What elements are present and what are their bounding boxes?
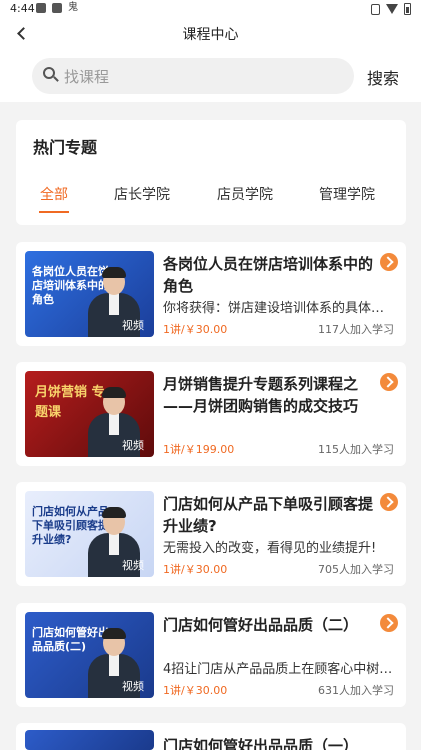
- course-thumbnail: 门店如何从产品下单吸引顾客提升业绩? 视频: [25, 491, 154, 577]
- course-card[interactable]: 月饼营销 专题课 视频 月饼销售提升专题系列课程之——月饼团购销售的成交技巧 1…: [16, 362, 406, 466]
- course-thumbnail: 月饼营销 专题课 视频: [25, 371, 154, 457]
- topic-title: 热门专题: [33, 138, 98, 157]
- course-thumbnail: [25, 730, 154, 750]
- nav-bar: 课程中心: [0, 18, 421, 48]
- course-subtitle: 你将获得：饼店建设培训体系的具体…: [163, 301, 385, 316]
- page-title: 课程中心: [182, 27, 239, 43]
- course-thumbnail: 门店如何管好出品品质(二) 视频: [25, 612, 154, 698]
- course-subtitle: 4招让门店从产品品质上在顾客心中树…: [163, 662, 393, 677]
- battery-icon: [404, 3, 411, 15]
- tab-staff-academy[interactable]: 店员学院: [217, 184, 273, 204]
- chevron-right-icon[interactable]: [380, 614, 398, 632]
- course-learners: 631人加入学习: [318, 684, 394, 697]
- status-bar: 4:44 鬼: [0, 0, 421, 18]
- video-badge: 视频: [122, 559, 144, 572]
- course-card[interactable]: 门店如何从产品下单吸引顾客提升业绩? 视频 门店如何从产品下单吸引顾客提升业绩?…: [16, 482, 406, 586]
- ghost-char-icon: 鬼: [68, 2, 78, 13]
- vibrate-icon: [371, 3, 380, 15]
- course-learners: 117人加入学习: [318, 323, 394, 336]
- wifi-icon: [386, 4, 398, 14]
- search-button[interactable]: 搜索: [367, 65, 399, 89]
- course-learners: 705人加入学习: [318, 563, 394, 576]
- course-card[interactable]: 各岗位人员在饼店培训体系中的角色 视频 各岗位人员在饼店培训体系中的角色 你将获…: [16, 242, 406, 346]
- course-price: 1讲/￥30.00: [163, 684, 228, 697]
- course-learners: 115人加入学习: [318, 443, 394, 456]
- course-title: 门店如何从产品下单吸引顾客提升业绩?: [163, 495, 374, 535]
- video-badge: 视频: [122, 680, 144, 693]
- course-title: 门店如何管好出品品质（二）: [163, 616, 359, 634]
- course-price: 1讲/￥30.00: [163, 323, 228, 336]
- course-card[interactable]: 门店如何管好出品品质（一）: [16, 723, 406, 750]
- video-badge: 视频: [122, 319, 144, 332]
- status-icons-left: 鬼: [36, 3, 78, 13]
- tab-management-academy[interactable]: 管理学院: [319, 184, 375, 204]
- course-subtitle: 无需投入的改变，看得见的业绩提升!: [163, 541, 377, 556]
- search-area: 找课程 搜索: [0, 48, 421, 102]
- video-badge: 视频: [122, 439, 144, 452]
- search-placeholder: 找课程: [64, 68, 110, 86]
- status-icons-right: [371, 3, 411, 15]
- status-time: 4:44: [10, 2, 35, 15]
- search-input[interactable]: 找课程: [32, 58, 354, 94]
- search-icon: [43, 67, 59, 83]
- course-title: 月饼销售提升专题系列课程之——月饼团购销售的成交技巧: [163, 375, 359, 415]
- course-thumbnail: 各岗位人员在饼店培训体系中的角色 视频: [25, 251, 154, 337]
- a-icon: [52, 3, 62, 13]
- chevron-right-icon[interactable]: [380, 373, 398, 391]
- topic-card: 热门专题 全部 店长学院 店员学院 管理学院: [16, 120, 406, 225]
- course-price: 1讲/￥199.00: [163, 443, 235, 456]
- tab-all[interactable]: 全部: [40, 184, 68, 204]
- course-title: 门店如何管好出品品质（一）: [163, 737, 359, 750]
- chevron-right-icon[interactable]: [380, 493, 398, 511]
- course-price: 1讲/￥30.00: [163, 563, 228, 576]
- tab-manager-academy[interactable]: 店长学院: [114, 184, 170, 204]
- active-tab-indicator: [39, 211, 69, 213]
- course-title: 各岗位人员在饼店培训体系中的角色: [163, 255, 374, 295]
- chevron-right-icon[interactable]: [380, 253, 398, 271]
- notification-icon: [36, 3, 46, 13]
- course-card[interactable]: 门店如何管好出品品质(二) 视频 门店如何管好出品品质（二） 4招让门店从产品品…: [16, 603, 406, 707]
